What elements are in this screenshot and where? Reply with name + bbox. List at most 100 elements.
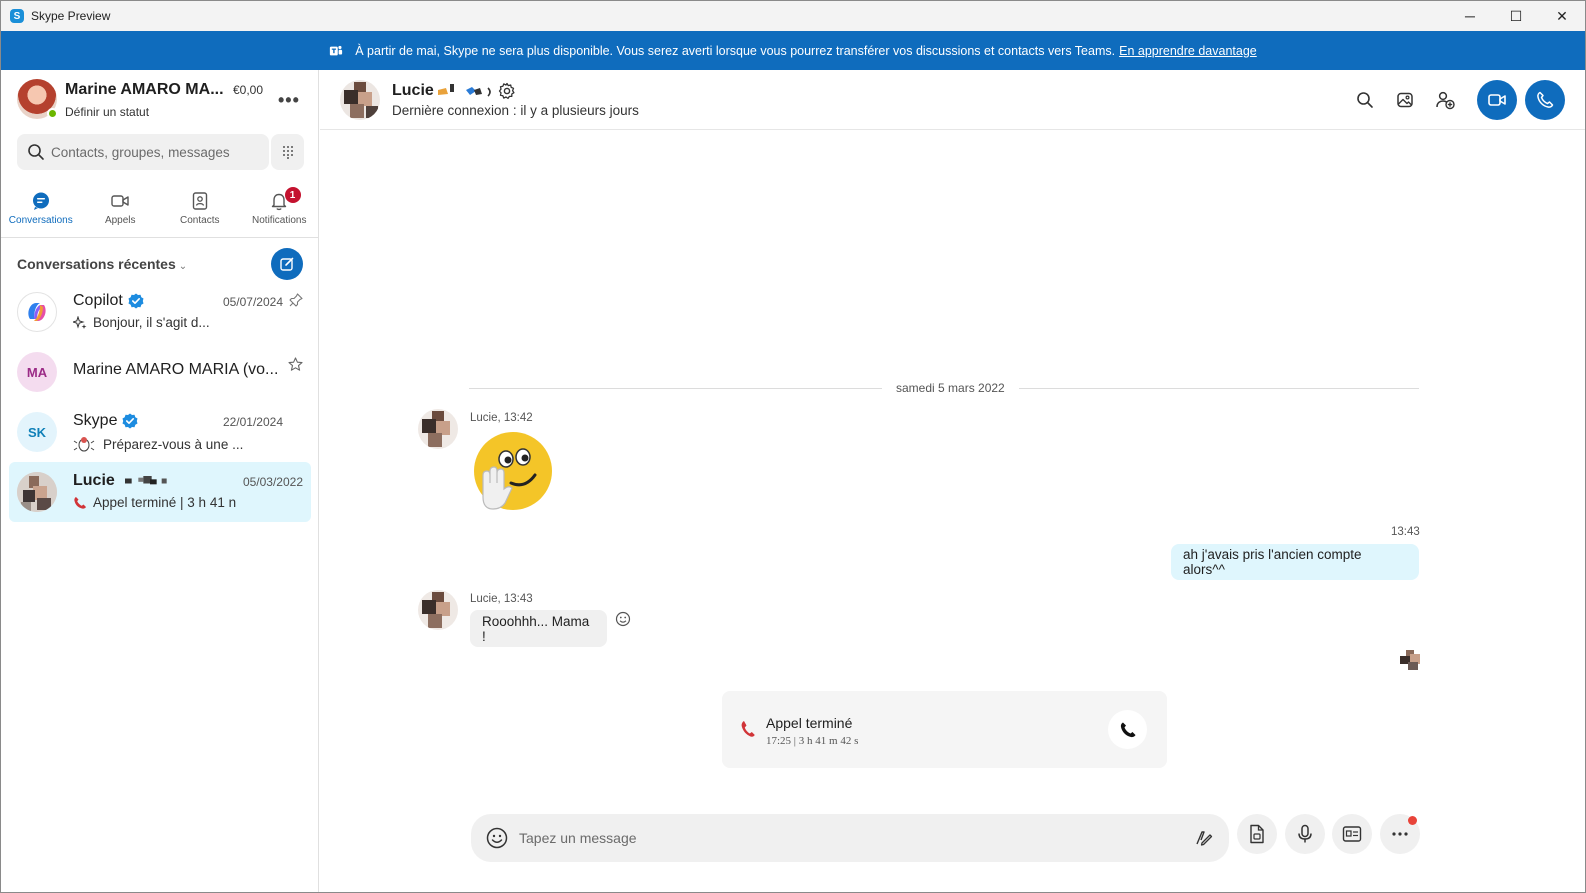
more-options-button[interactable]: •••: [278, 90, 300, 111]
outgoing-message[interactable]: ah j'avais pris l'ancien compte alors^^: [1171, 544, 1419, 580]
avatar[interactable]: [418, 409, 458, 449]
phone-icon: [1120, 722, 1135, 737]
video-icon: [1488, 94, 1506, 106]
phone-icon: [1537, 91, 1554, 108]
minimize-button[interactable]: ─: [1447, 1, 1493, 31]
tab-calls-label: Appels: [104, 215, 136, 226]
conversation-name: Copilot: [73, 292, 144, 310]
conversation-name-text: Copilot: [73, 292, 123, 309]
bug-emoji-icon: [73, 437, 95, 452]
search-chat-button[interactable]: [1345, 80, 1385, 120]
call-detail: 17:25 | 3 h 41 m 42 s: [766, 735, 859, 747]
waving-face-emoji[interactable]: [473, 431, 553, 511]
chat-icon: [32, 192, 49, 210]
conversation-preview: Bonjour, il s'agit d...: [73, 315, 243, 330]
list-item[interactable]: SK Skype 22/01/2024 Préparez-vous à une …: [9, 402, 311, 462]
message-text: Rooohhh... Mama !: [482, 613, 590, 644]
learn-more-link[interactable]: En apprendre davantage: [1119, 44, 1257, 58]
last-seen-status: Dernière connexion : il y a plusieurs jo…: [392, 103, 639, 118]
teams-migration-banner: À partir de mai, Skype ne sera plus disp…: [1, 31, 1585, 70]
attach-file-button[interactable]: [1237, 814, 1277, 854]
list-item[interactable]: MA Marine AMARO MARIA (vo...: [9, 342, 311, 402]
read-receipt-avatar: [1400, 650, 1420, 670]
chevron-down-icon: ⌄: [178, 261, 188, 272]
video-icon: [111, 195, 129, 207]
close-button[interactable]: ✕: [1539, 1, 1585, 31]
tab-conversations-label: Conversations: [8, 215, 73, 226]
tab-calls[interactable]: Appels: [81, 184, 161, 237]
window-title: Skype Preview: [31, 9, 111, 23]
gear-icon[interactable]: [498, 82, 516, 100]
search-input[interactable]: [51, 144, 261, 160]
audio-call-button[interactable]: [1525, 80, 1565, 120]
skype-credit[interactable]: €0,00: [233, 83, 263, 97]
set-status-link[interactable]: Définir un statut: [65, 105, 149, 119]
pin-icon[interactable]: [289, 293, 303, 307]
dialpad-button[interactable]: [271, 134, 304, 170]
search-box[interactable]: [17, 134, 269, 170]
recent-conversations-header[interactable]: Conversations récentes ⌄: [17, 256, 187, 272]
conversation-preview: Appel terminé | 3 h 41 n: [73, 495, 243, 510]
text-format-icon[interactable]: [1193, 828, 1213, 848]
avatar[interactable]: [340, 80, 380, 120]
search-icon: [1357, 92, 1373, 108]
video-call-button[interactable]: [1477, 80, 1517, 120]
conversation-preview-text: Bonjour, il s'agit d...: [93, 315, 210, 330]
list-item[interactable]: Lucie 05/03/2022 Appel terminé | 3 h 41 …: [9, 462, 311, 522]
id-card-icon: [1342, 826, 1362, 842]
message-time: 13:43: [1391, 526, 1420, 538]
banner-text: À partir de mai, Skype ne sera plus disp…: [355, 43, 1116, 58]
name-emoji-icon: [124, 476, 167, 485]
call-back-button[interactable]: [1108, 710, 1147, 749]
avatar: MA: [17, 352, 57, 392]
react-emoji-icon[interactable]: [615, 611, 631, 627]
conversation-date: 22/01/2024: [222, 415, 283, 429]
main-nav-tabs: Conversations Appels Contacts 1 Notifica…: [1, 184, 319, 238]
dialpad-icon: [282, 146, 293, 159]
file-icon: [1250, 824, 1264, 844]
conversation-preview-text: Préparez-vous à une ...: [103, 436, 243, 452]
add-participant-button[interactable]: [1425, 80, 1465, 120]
conversation-list: Copilot 05/07/2024 Bonjour, il s'agit d.…: [9, 282, 311, 522]
voice-message-button[interactable]: [1285, 814, 1325, 854]
avatar-initials: SK: [27, 424, 47, 440]
missed-call-icon: [741, 721, 755, 737]
profile-section[interactable]: Marine AMARO MA... €0,00 Définir un stat…: [17, 78, 307, 122]
contact-card-button[interactable]: [1332, 814, 1372, 854]
emoji-picker-icon[interactable]: [486, 827, 508, 849]
name-emoji-icon: [437, 84, 491, 97]
sidebar: Marine AMARO MA... €0,00 Définir un stat…: [1, 70, 319, 892]
list-item[interactable]: Copilot 05/07/2024 Bonjour, il s'agit d.…: [9, 282, 311, 342]
conversation-name-text: Lucie: [73, 472, 115, 489]
star-icon[interactable]: [288, 357, 303, 372]
compose-icon: [280, 257, 294, 271]
maximize-button[interactable]: ☐: [1493, 1, 1539, 31]
recent-conversations-label: Conversations récentes: [17, 256, 176, 272]
gallery-icon: [1397, 92, 1413, 108]
message-input[interactable]: [519, 826, 1159, 850]
copilot-logo-icon: [17, 292, 57, 332]
contact-name[interactable]: Lucie: [392, 82, 516, 100]
tab-notifications[interactable]: 1 Notifications: [240, 184, 320, 237]
conversation-name: Marine AMARO MARIA (vo...: [73, 361, 278, 379]
tab-contacts[interactable]: Contacts: [160, 184, 240, 237]
avatar[interactable]: [418, 590, 458, 630]
conversation-name: Lucie: [73, 472, 180, 490]
search-icon: [28, 144, 44, 160]
incoming-message[interactable]: Rooohhh... Mama !: [470, 610, 607, 647]
message-meta: Lucie, 13:43: [470, 593, 533, 605]
message-meta: Lucie, 13:42: [470, 412, 533, 424]
more-actions-button[interactable]: [1380, 814, 1420, 854]
call-title: Appel terminé: [766, 715, 853, 731]
conversation-date: 05/03/2022: [242, 475, 303, 489]
conversation-preview-text: Appel terminé | 3 h 41 n: [93, 495, 237, 510]
skype-logo-icon: S: [10, 9, 24, 23]
new-chat-button[interactable]: [271, 248, 303, 280]
call-ended-card: Appel terminé 17:25 | 3 h 41 m 42 s: [722, 691, 1167, 768]
tab-conversations[interactable]: Conversations: [1, 184, 81, 237]
missed-call-icon: [74, 496, 86, 509]
verified-badge-icon: [128, 293, 144, 309]
notification-count-badge: 1: [284, 187, 301, 203]
profile-name[interactable]: Marine AMARO MA...: [65, 81, 224, 99]
gallery-button[interactable]: [1385, 80, 1425, 120]
